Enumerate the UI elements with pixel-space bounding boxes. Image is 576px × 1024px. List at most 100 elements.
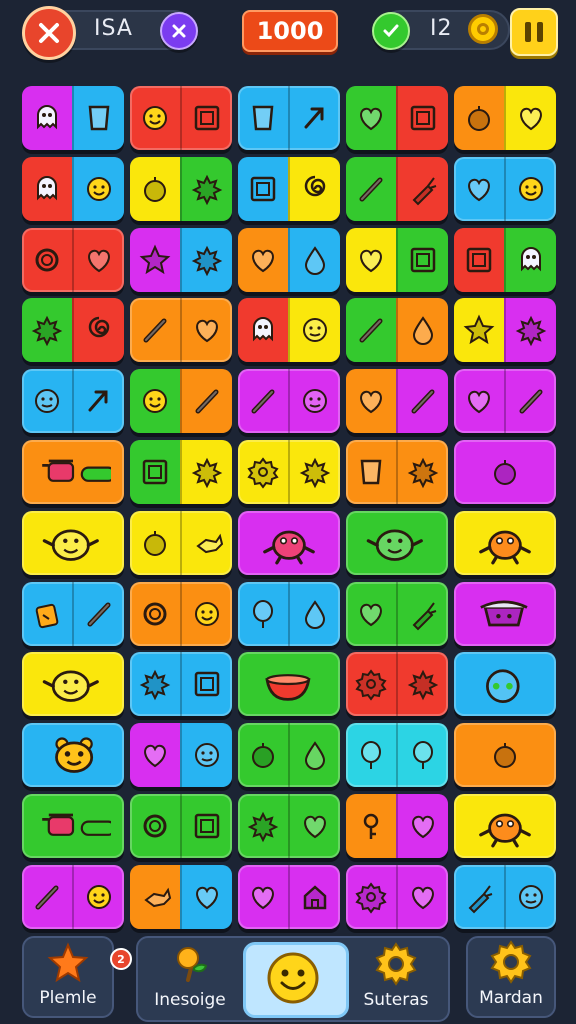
ball-icon <box>486 669 520 704</box>
game-tile[interactable] <box>130 298 232 363</box>
game-tile[interactable] <box>238 369 340 434</box>
game-tile[interactable] <box>454 439 556 504</box>
tile-half <box>454 865 504 929</box>
game-tile[interactable] <box>454 581 556 646</box>
game-tile[interactable] <box>22 793 124 858</box>
tile-half <box>180 652 232 717</box>
tile-half <box>288 439 340 504</box>
game-tile[interactable] <box>22 581 124 646</box>
extra-button[interactable] <box>160 12 198 50</box>
game-tile[interactable] <box>130 439 232 504</box>
game-tile[interactable] <box>238 864 340 929</box>
game-tile[interactable] <box>346 793 448 858</box>
game-tile[interactable] <box>346 369 448 434</box>
smiley-icon <box>87 176 111 201</box>
splat-icon <box>139 670 171 701</box>
tile-half <box>22 369 72 433</box>
game-tile[interactable] <box>22 439 124 504</box>
nav-item-suteras[interactable]: Suteras <box>348 936 444 1018</box>
game-tile[interactable] <box>238 439 340 504</box>
game-tile[interactable] <box>454 652 556 717</box>
game-tile[interactable] <box>454 369 556 434</box>
game-tile[interactable] <box>238 298 340 363</box>
game-tile[interactable] <box>130 510 232 575</box>
game-tile[interactable] <box>346 227 448 292</box>
game-tile[interactable] <box>238 793 340 858</box>
game-tile[interactable] <box>238 156 340 221</box>
game-tile[interactable] <box>238 227 340 292</box>
tile-half <box>346 582 396 646</box>
tile-half <box>346 511 448 575</box>
nav-label: Suteras <box>363 990 429 1010</box>
game-tile[interactable] <box>22 369 124 434</box>
hat-icon <box>480 600 528 626</box>
pause-button[interactable] <box>510 8 558 56</box>
game-tile[interactable] <box>130 227 232 292</box>
smiley-icon <box>143 389 167 414</box>
game-tile[interactable] <box>22 864 124 929</box>
cup-icon <box>360 459 382 485</box>
nav-item-plemle[interactable]: 2 Plemle <box>22 936 132 1018</box>
tile-half <box>346 298 396 363</box>
game-tile[interactable] <box>454 298 556 363</box>
game-tile[interactable] <box>346 652 448 717</box>
nav-item-mardan[interactable]: Mardan <box>466 936 556 1018</box>
game-tile[interactable] <box>22 510 124 575</box>
game-tile[interactable] <box>346 510 448 575</box>
game-tile[interactable] <box>22 156 124 221</box>
smiley-icon <box>195 601 219 626</box>
cup-icon <box>252 105 274 131</box>
game-tile[interactable] <box>130 864 232 929</box>
game-tile[interactable] <box>454 227 556 292</box>
game-tile[interactable] <box>130 652 232 717</box>
carrot-icon <box>468 885 493 914</box>
game-tile[interactable] <box>454 156 556 221</box>
tile-half <box>130 511 180 575</box>
tile-half <box>346 156 396 221</box>
face-icon <box>35 389 59 414</box>
game-tile[interactable] <box>130 581 232 646</box>
game-tile[interactable] <box>130 793 232 858</box>
game-tile[interactable] <box>454 793 556 858</box>
game-tile[interactable] <box>238 510 340 575</box>
stick-icon <box>359 177 383 202</box>
game-tile[interactable] <box>454 510 556 575</box>
game-tile[interactable] <box>238 581 340 646</box>
notification-badge: 2 <box>110 948 132 970</box>
game-tile[interactable] <box>238 723 340 788</box>
nav-item-inesoige[interactable]: Inesoige <box>140 936 240 1018</box>
game-tile[interactable] <box>22 86 124 150</box>
game-tile[interactable] <box>346 581 448 646</box>
game-tile[interactable] <box>238 652 340 717</box>
coin-icon <box>468 14 498 44</box>
center-action-button[interactable] <box>243 942 349 1018</box>
game-tile[interactable] <box>22 723 124 788</box>
game-tile[interactable] <box>454 723 556 788</box>
gear-icon <box>355 882 387 914</box>
star-icon <box>463 314 495 345</box>
game-tile[interactable] <box>346 298 448 363</box>
check-button[interactable] <box>372 12 410 50</box>
game-tile[interactable] <box>346 86 448 150</box>
game-tile[interactable] <box>346 439 448 504</box>
game-tile[interactable] <box>130 723 232 788</box>
game-tile[interactable] <box>22 652 124 717</box>
game-tile[interactable] <box>454 86 556 150</box>
close-icon <box>39 23 59 43</box>
game-tile[interactable] <box>22 227 124 292</box>
game-tile[interactable] <box>346 864 448 929</box>
game-tile[interactable] <box>346 156 448 221</box>
game-tile[interactable] <box>130 156 232 221</box>
left-counter-label: ISA <box>94 16 133 41</box>
game-tile[interactable] <box>130 369 232 434</box>
game-tile[interactable] <box>346 723 448 788</box>
tile-half <box>130 439 180 504</box>
tile-half <box>396 156 448 221</box>
splat-icon <box>407 457 439 489</box>
key-icon <box>363 813 379 839</box>
game-tile[interactable] <box>454 864 556 929</box>
close-button[interactable] <box>22 6 76 60</box>
game-tile[interactable] <box>22 298 124 363</box>
game-tile[interactable] <box>238 86 340 150</box>
game-tile[interactable] <box>130 86 232 150</box>
